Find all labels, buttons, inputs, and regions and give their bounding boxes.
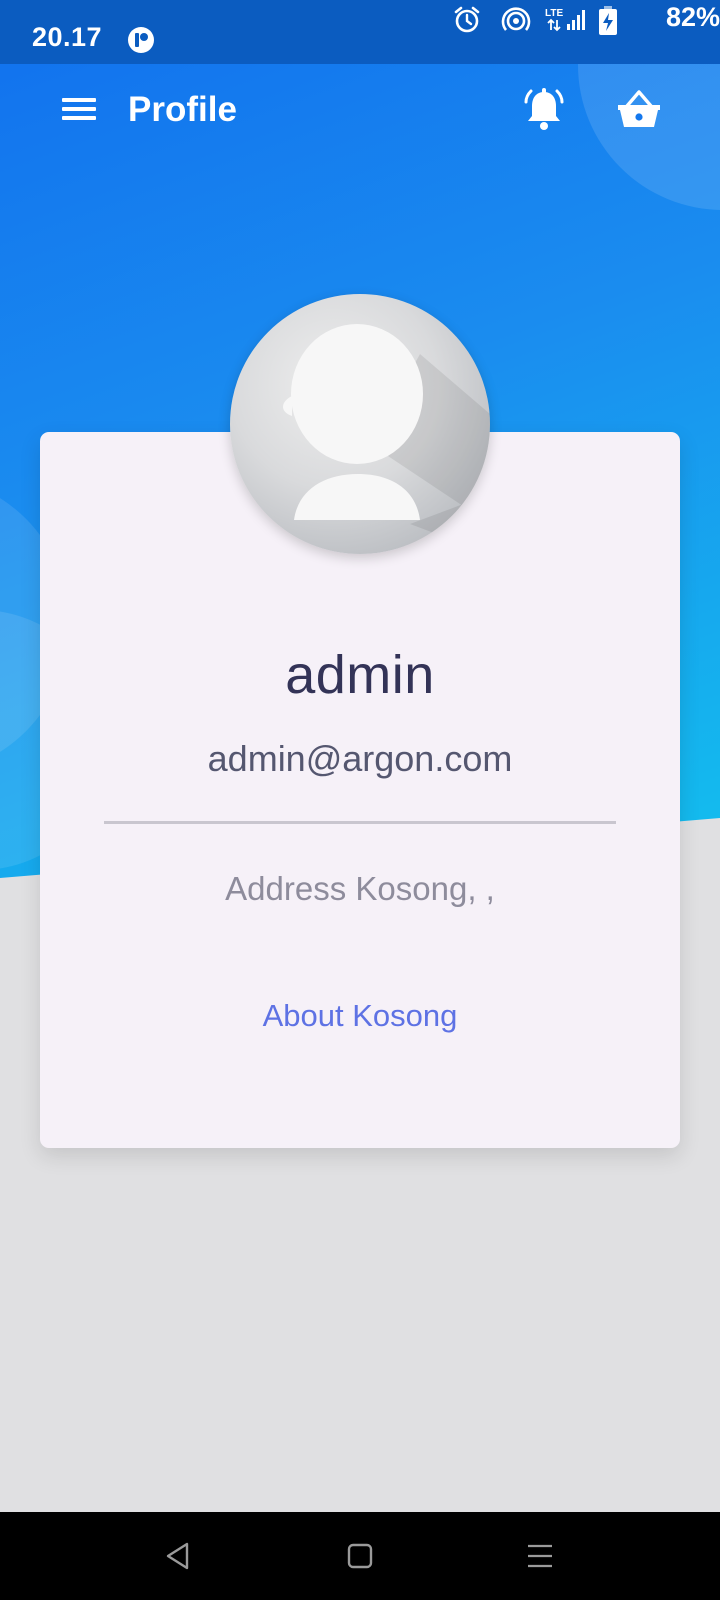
- alarm-icon: [454, 6, 480, 33]
- hamburger-menu-icon: [62, 107, 96, 111]
- recents-button[interactable]: [522, 1538, 558, 1574]
- hotspot-icon: [501, 7, 531, 31]
- divider: [104, 821, 616, 824]
- recents-menu-icon: [528, 1544, 552, 1568]
- about-link[interactable]: About Kosong: [40, 998, 680, 1034]
- default-user-avatar: [283, 324, 490, 554]
- svg-text:LTE: LTE: [545, 8, 563, 19]
- home-button[interactable]: [342, 1538, 378, 1574]
- home-square-icon: [347, 1543, 373, 1569]
- lte-signal-icon: LTE: [545, 8, 585, 32]
- app-bar: Profile: [0, 64, 720, 159]
- profile-name: admin: [285, 645, 435, 705]
- avatar: [230, 294, 490, 554]
- hamburger-menu-icon: [62, 116, 96, 120]
- app-notification-icon: [128, 27, 154, 53]
- menu-button[interactable]: [56, 90, 100, 128]
- status-bar: 20.17 LTE 82%: [0, 0, 720, 64]
- bell-icon: [524, 88, 564, 130]
- battery-percentage: 82%: [665, 2, 720, 32]
- battery-charging-icon: [599, 6, 617, 35]
- profile-address: Address Kosong, ,: [225, 870, 495, 907]
- profile-email: admin@argon.com: [207, 738, 513, 779]
- status-time: 20.17: [32, 22, 103, 52]
- back-button[interactable]: [160, 1538, 196, 1574]
- page-title: Profile: [128, 90, 237, 129]
- basket-icon: [618, 90, 660, 127]
- cart-button[interactable]: [614, 86, 664, 134]
- notifications-button[interactable]: [522, 86, 566, 134]
- system-navigation-bar: [0, 1512, 720, 1600]
- hamburger-menu-icon: [62, 98, 96, 102]
- back-triangle-icon: [166, 1542, 189, 1570]
